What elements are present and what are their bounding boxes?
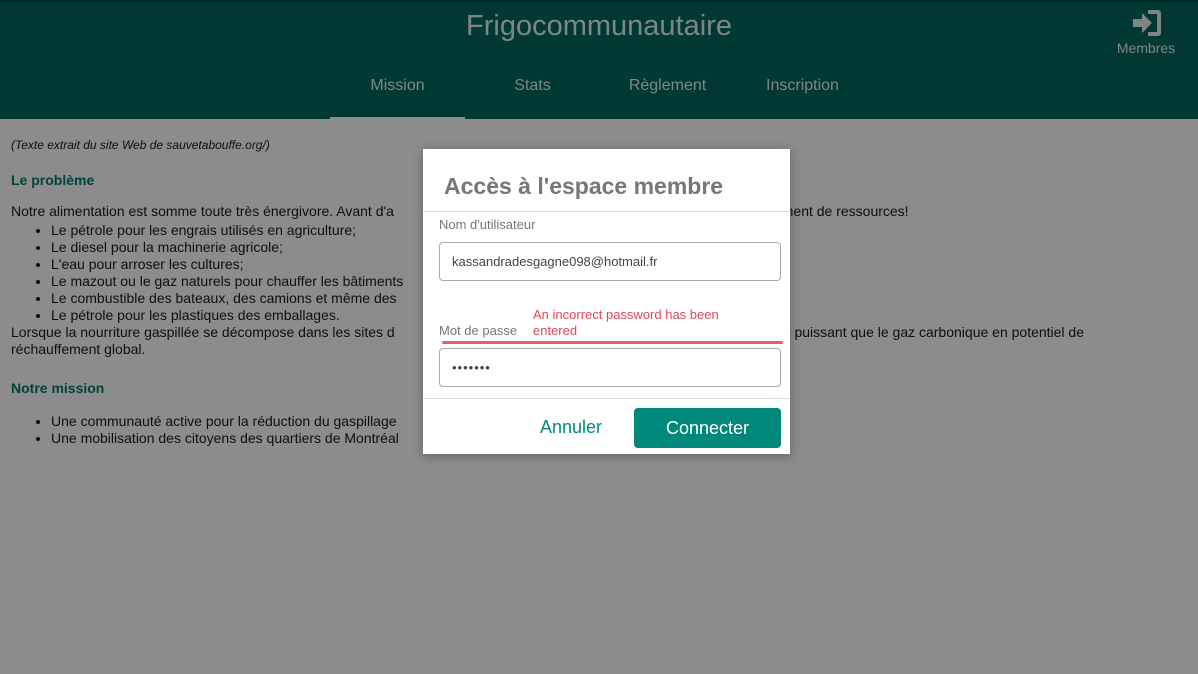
password-input[interactable]: [439, 348, 781, 387]
dialog-title: Accès à l'espace membre: [444, 173, 724, 199]
error-message: An incorrect password has been entered: [533, 307, 719, 338]
username-input[interactable]: [439, 242, 781, 281]
login-dialog: Accès à l'espace membre Nom d'utilisateu…: [423, 149, 790, 454]
connect-button[interactable]: Connecter: [634, 408, 781, 448]
error-underline: [442, 341, 783, 344]
username-label: Nom d'utilisateur: [439, 217, 536, 232]
page: Frigocommunautaire Membres Mission Stats…: [0, 0, 1198, 674]
divider: [423, 211, 790, 212]
cancel-button[interactable]: Annuler: [527, 417, 615, 438]
password-label: Mot de passe: [439, 323, 518, 338]
divider: [423, 398, 790, 399]
